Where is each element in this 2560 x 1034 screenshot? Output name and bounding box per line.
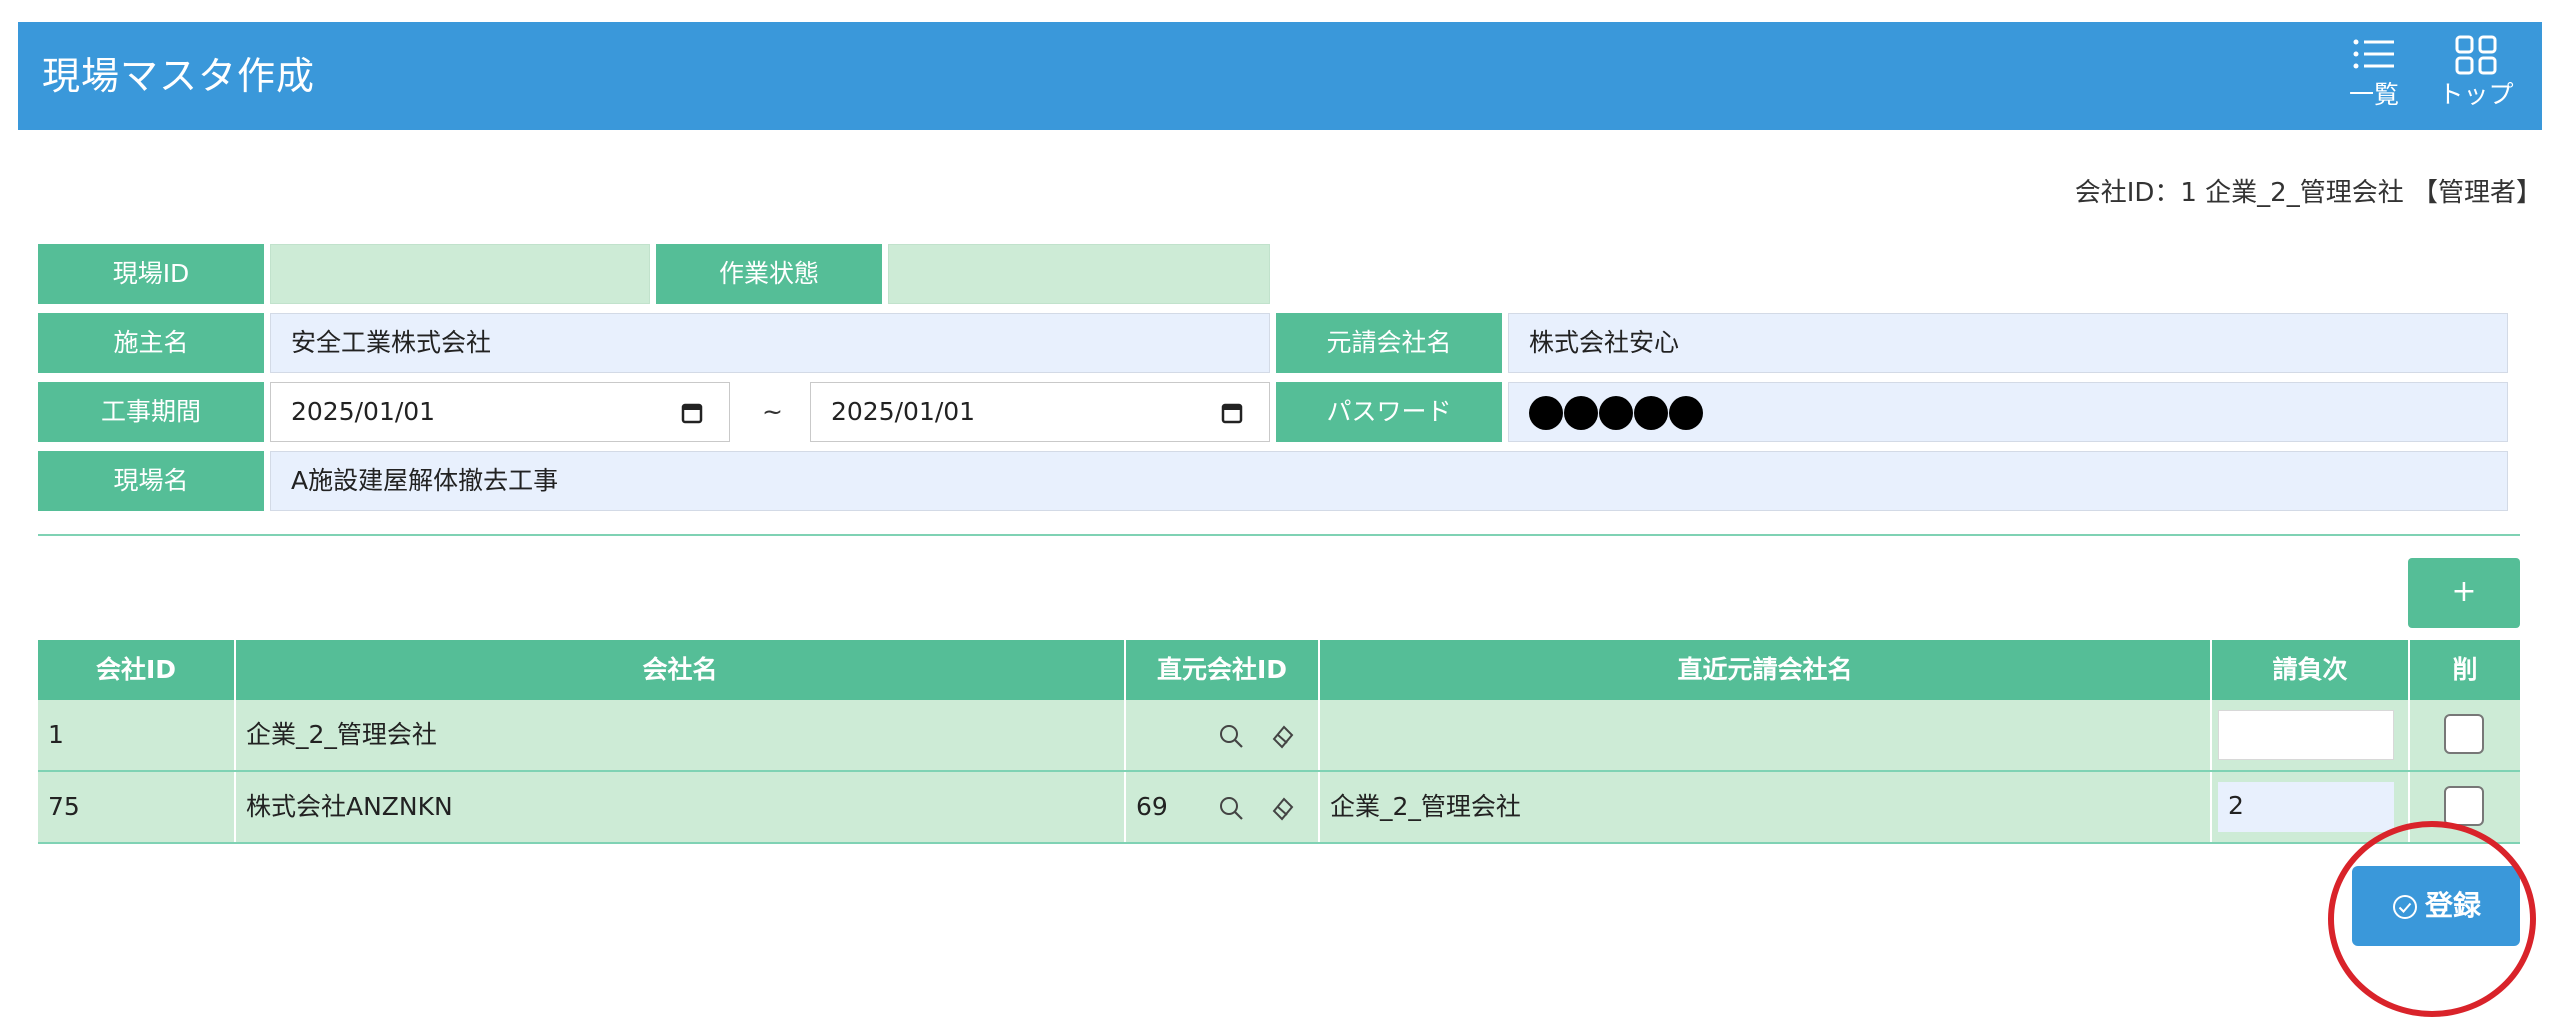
password-input[interactable] [1508,382,2508,442]
list-button[interactable]: 一覧 [2334,34,2414,120]
list-icon [2353,39,2394,69]
site-id-field [270,244,650,304]
client-input[interactable]: 安全工業株式会社 [270,313,1270,373]
header-company-name: 会社名 [236,640,1126,700]
site-id-label: 現場ID [38,244,264,304]
tier-input[interactable]: 2 [2218,782,2394,832]
period-start-value: 2025/01/01 [291,397,436,426]
tier-cell [2212,700,2410,770]
company-name-cell: 企業_2_管理会社 [236,700,1126,770]
password-dot [1634,396,1668,430]
delete-checkbox[interactable] [2444,786,2484,826]
period-end-value: 2025/01/01 [831,397,976,426]
list-button-label: 一覧 [2348,80,2399,109]
eraser-icon[interactable] [1270,795,1296,821]
table-row: 75 株式会社ANZNKN 69 企業_2_管理会社 2 [38,772,2520,844]
prime-contractor-label: 元請会社名 [1276,313,1502,373]
top-button-label: トップ [2438,80,2514,109]
header-delete: 削 [2410,640,2520,700]
password-dot [1564,396,1598,430]
header-tier: 請負次 [2212,640,2410,700]
search-icon[interactable] [1218,723,1244,749]
calendar-icon[interactable] [1221,402,1243,424]
period-start-input[interactable]: 2025/01/01 [270,382,730,442]
top-button[interactable]: トップ [2426,34,2526,120]
work-status-label: 作業状態 [656,244,882,304]
password-dot [1669,396,1703,430]
tier-cell: 2 [2212,772,2410,842]
parent-name-cell [1320,700,2212,770]
header-parent-id: 直元会社ID [1126,640,1320,700]
account-info: 会社ID：1 企業_2_管理会社 【管理者】 [2074,178,2542,208]
header-company-id: 会社ID [38,640,236,700]
password-dot [1599,396,1633,430]
table-row: 1 企業_2_管理会社 [38,700,2520,772]
parent-id-cell [1126,700,1320,770]
period-end-input[interactable]: 2025/01/01 [810,382,1270,442]
search-icon[interactable] [1218,795,1244,821]
company-name-cell: 株式会社ANZNKN [236,772,1126,842]
add-row-button[interactable]: + [2408,558,2520,628]
password-label: パスワード [1276,382,1502,442]
eraser-icon[interactable] [1270,723,1296,749]
work-status-field [888,244,1270,304]
parent-id-value: 69 [1136,792,1168,821]
password-mask [1529,396,1704,430]
page-title: 現場マスタ作成 [42,54,316,98]
highlight-circle [2328,821,2536,1017]
calendar-icon[interactable] [681,402,703,424]
company-id-cell: 1 [38,700,236,770]
site-name-input[interactable]: A施設建屋解体撤去工事 [270,451,2508,511]
prime-contractor-input[interactable]: 株式会社安心 [1508,313,2508,373]
section-divider [38,534,2520,536]
tier-input[interactable] [2218,710,2394,760]
period-separator: ~ [762,397,783,426]
header-bar: 現場マスタ作成 一覧 トップ [18,22,2542,130]
password-dot [1529,396,1563,430]
parent-name-cell: 企業_2_管理会社 [1320,772,2212,842]
grid-icon [2455,35,2497,75]
company-id-cell: 75 [38,772,236,842]
delete-cell [2410,700,2520,770]
parent-id-cell: 69 [1126,772,1320,842]
delete-checkbox[interactable] [2444,714,2484,754]
site-name-label: 現場名 [38,451,264,511]
header-parent-name: 直近元請会社名 [1320,640,2212,700]
client-label: 施主名 [38,313,264,373]
period-label: 工事期間 [38,382,264,442]
